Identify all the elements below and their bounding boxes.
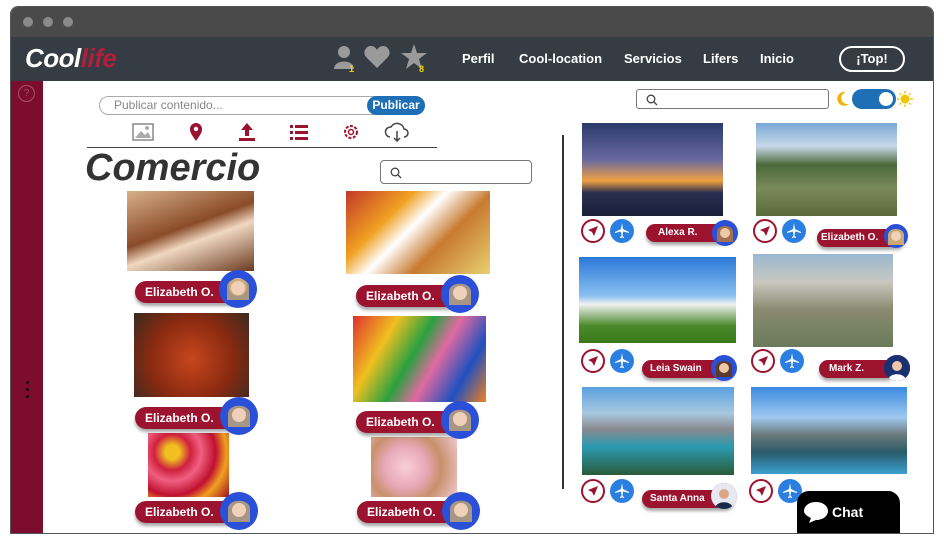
nav-servicios[interactable]: Servicios — [624, 51, 682, 66]
airplane-icon — [615, 483, 629, 498]
flight-button[interactable] — [780, 349, 804, 373]
star-count: 8 — [419, 64, 425, 74]
help-icon[interactable]: ? — [18, 85, 35, 102]
chicken-wings-photo[interactable] — [134, 313, 249, 397]
nav-lifers[interactable]: Lifers — [703, 51, 738, 66]
heart-icon[interactable] — [364, 46, 390, 68]
navigate-button[interactable] — [581, 349, 605, 373]
navigate-button[interactable] — [753, 219, 777, 243]
theme-toggle[interactable] — [852, 89, 896, 109]
navigate-button[interactable] — [751, 349, 775, 373]
airplane-icon — [785, 353, 799, 368]
avatar[interactable] — [442, 492, 480, 530]
avatar[interactable] — [441, 401, 479, 439]
avatar[interactable] — [884, 355, 910, 381]
chat-bubble-icon — [804, 502, 828, 523]
author-name: Elizabeth O. — [821, 232, 879, 243]
logo[interactable]: Coollife — [25, 43, 117, 74]
flight-button[interactable] — [610, 349, 634, 373]
search-icon — [390, 167, 402, 179]
navigate-button[interactable] — [749, 479, 773, 503]
airplane-icon — [615, 223, 629, 238]
avatar[interactable] — [711, 483, 737, 509]
author-name: Elizabeth O. — [366, 415, 435, 429]
navigation-arrow-icon — [758, 356, 768, 366]
author-name: Alexa R. — [658, 227, 698, 238]
navigation-arrow-icon — [760, 226, 770, 236]
navigate-button[interactable] — [581, 219, 605, 243]
logo-life-text: life — [80, 43, 117, 73]
left-sidebar: ? — [11, 81, 43, 533]
column-divider — [562, 135, 564, 489]
search-icon — [646, 94, 658, 106]
donuts-sprinkles-photo[interactable] — [371, 437, 457, 497]
author-name: Elizabeth O. — [145, 285, 214, 299]
flight-button[interactable] — [610, 479, 634, 503]
author-name: Mark Z. — [829, 363, 865, 374]
avatar[interactable] — [220, 492, 258, 530]
airplane-icon — [615, 353, 629, 368]
author-name: Elizabeth O. — [366, 289, 435, 303]
navigation-arrow-icon — [588, 226, 598, 236]
author-name: Elizabeth O. — [145, 505, 214, 519]
gear-icon[interactable] — [340, 122, 362, 142]
sydney-bridge-photo[interactable] — [582, 123, 723, 216]
commerce-search-input[interactable] — [380, 160, 532, 184]
location-pin-icon[interactable] — [185, 122, 207, 142]
publish-button[interactable]: Publicar — [367, 96, 425, 115]
navigation-arrow-icon — [588, 356, 598, 366]
eiffel-tower-photo[interactable] — [579, 257, 736, 343]
avatar[interactable] — [441, 275, 479, 313]
author-name: Elizabeth O. — [145, 411, 214, 425]
rio-christ-photo[interactable] — [753, 254, 893, 347]
moon-icon — [837, 91, 849, 106]
browser-window: Coollife 1 8 Perfil Cool-location Servic… — [10, 6, 934, 534]
upload-icon[interactable] — [236, 122, 258, 142]
cloud-download-icon[interactable] — [384, 122, 410, 142]
mountain-city-photo[interactable] — [751, 387, 907, 474]
avatar[interactable] — [711, 355, 737, 381]
donuts-photo[interactable] — [127, 191, 254, 271]
flight-button[interactable] — [782, 219, 806, 243]
avatar[interactable] — [220, 397, 258, 435]
machu-picchu-photo[interactable] — [756, 123, 897, 216]
flight-button[interactable] — [610, 219, 634, 243]
roses-photo[interactable] — [148, 433, 229, 497]
more-options-icon[interactable] — [11, 381, 43, 401]
avatar[interactable] — [712, 220, 738, 246]
chat-label: Chat — [832, 504, 864, 520]
window-chrome — [11, 7, 933, 37]
sun-icon — [897, 91, 913, 107]
author-name: Santa Anna — [650, 493, 705, 504]
chat-button[interactable]: Chat — [797, 491, 900, 533]
top-search-input[interactable] — [636, 89, 829, 109]
list-icon[interactable] — [288, 122, 310, 142]
top-button[interactable]: ¡Top! — [839, 46, 905, 72]
breakfast-photo[interactable] — [346, 191, 490, 274]
section-title: Comercio — [85, 147, 261, 189]
author-name: Elizabeth O. — [367, 505, 436, 519]
window-close-dot[interactable] — [23, 17, 33, 27]
window-minimize-dot[interactable] — [43, 17, 53, 27]
navigate-button[interactable] — [581, 479, 605, 503]
navigation-arrow-icon — [588, 486, 598, 496]
author-name: Leia Swain — [650, 363, 702, 374]
avatar[interactable] — [219, 270, 257, 308]
top-navbar: Coollife 1 8 Perfil Cool-location Servic… — [11, 37, 933, 81]
mountain-lake-photo[interactable] — [582, 387, 734, 475]
window-maximize-dot[interactable] — [63, 17, 73, 27]
nav-perfil[interactable]: Perfil — [462, 51, 495, 66]
candy-photo[interactable] — [353, 316, 486, 402]
nav-inicio[interactable]: Inicio — [760, 51, 794, 66]
airplane-icon — [787, 223, 801, 238]
nav-cool-location[interactable]: Cool-location — [519, 51, 602, 66]
logo-cool-text: Cool — [25, 43, 81, 73]
user-count: 1 — [349, 64, 355, 74]
navigation-arrow-icon — [756, 486, 766, 496]
avatar[interactable] — [884, 224, 908, 248]
image-icon[interactable] — [132, 122, 154, 142]
